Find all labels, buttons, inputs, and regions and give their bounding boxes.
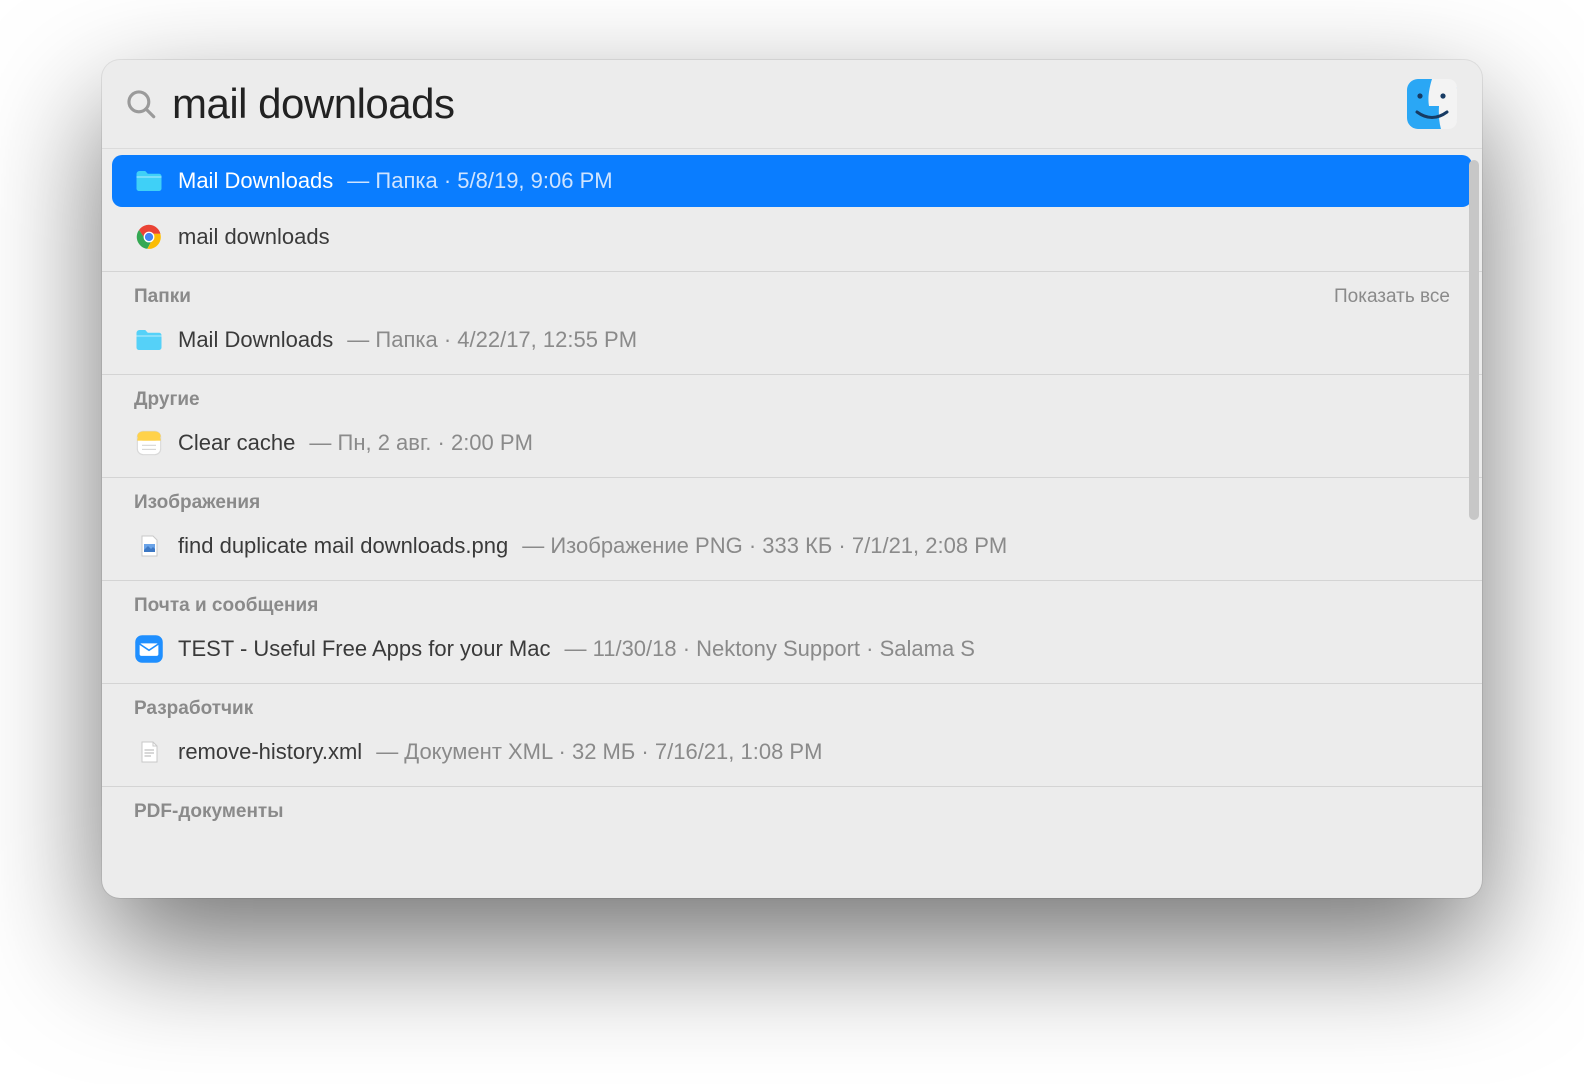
result-name: find duplicate mail downloads.png xyxy=(178,533,508,559)
search-icon xyxy=(124,87,158,121)
xml-file-icon xyxy=(134,737,164,767)
result-row[interactable]: remove-history.xml — Документ XML · 32 М… xyxy=(112,726,1472,778)
result-name: TEST - Useful Free Apps for your Mac xyxy=(178,636,551,662)
result-name: Mail Downloads xyxy=(178,168,333,194)
finder-icon[interactable] xyxy=(1406,78,1458,130)
result-name: Clear cache xyxy=(178,430,295,456)
search-bar xyxy=(102,60,1482,148)
result-name: remove-history.xml xyxy=(178,739,362,765)
search-input[interactable] xyxy=(172,80,1392,128)
result-row[interactable]: find duplicate mail downloads.png — Изоб… xyxy=(112,520,1472,572)
section-title: Разработчик xyxy=(134,698,253,720)
result-row-top-hit[interactable]: Mail Downloads — Папка · 5/8/19, 9:06 PM xyxy=(112,155,1472,207)
section-header-other: Другие xyxy=(102,374,1482,417)
chrome-icon xyxy=(134,222,164,252)
folder-icon xyxy=(134,325,164,355)
result-meta: — 11/30/18 · Nektony Support · Salama S xyxy=(565,636,975,662)
result-name: mail downloads xyxy=(178,224,330,250)
result-meta: — Пн, 2 авг. · 2:00 PM xyxy=(309,430,533,456)
result-meta: — Папка · 5/8/19, 9:06 PM xyxy=(347,168,612,194)
result-meta: — Папка · 4/22/17, 12:55 PM xyxy=(347,327,637,353)
result-row-web-suggestion[interactable]: mail downloads xyxy=(112,211,1472,263)
section-header-developer: Разработчик xyxy=(102,683,1482,726)
spotlight-window: Mail Downloads — Папка · 5/8/19, 9:06 PM… xyxy=(102,60,1482,898)
section-title: Изображения xyxy=(134,492,260,514)
show-all-link[interactable]: Показать все xyxy=(1334,286,1450,308)
section-header-images: Изображения xyxy=(102,477,1482,520)
result-row[interactable]: TEST - Useful Free Apps for your Mac — 1… xyxy=(112,623,1472,675)
result-name: Mail Downloads xyxy=(178,327,333,353)
section-title: Папки xyxy=(134,286,191,308)
image-file-icon xyxy=(134,531,164,561)
result-meta: — Изображение PNG · 333 КБ · 7/1/21, 2:0… xyxy=(522,533,1007,559)
scrollbar-thumb[interactable] xyxy=(1469,160,1479,520)
section-title: Почта и сообщения xyxy=(134,595,318,617)
mail-icon xyxy=(134,634,164,664)
section-header-pdf: PDF-документы xyxy=(102,786,1482,841)
folder-icon xyxy=(134,166,164,196)
section-header-mail: Почта и сообщения xyxy=(102,580,1482,623)
results-list: Mail Downloads — Папка · 5/8/19, 9:06 PM… xyxy=(102,148,1482,898)
result-meta: — Документ XML · 32 МБ · 7/16/21, 1:08 P… xyxy=(376,739,822,765)
section-header-folders: Папки Показать все xyxy=(102,271,1482,314)
result-row[interactable]: Clear cache — Пн, 2 авг. · 2:00 PM xyxy=(112,417,1472,469)
result-row[interactable]: Mail Downloads — Папка · 4/22/17, 12:55 … xyxy=(112,314,1472,366)
note-icon xyxy=(134,428,164,458)
section-title: PDF-документы xyxy=(134,801,283,823)
section-title: Другие xyxy=(134,389,200,411)
